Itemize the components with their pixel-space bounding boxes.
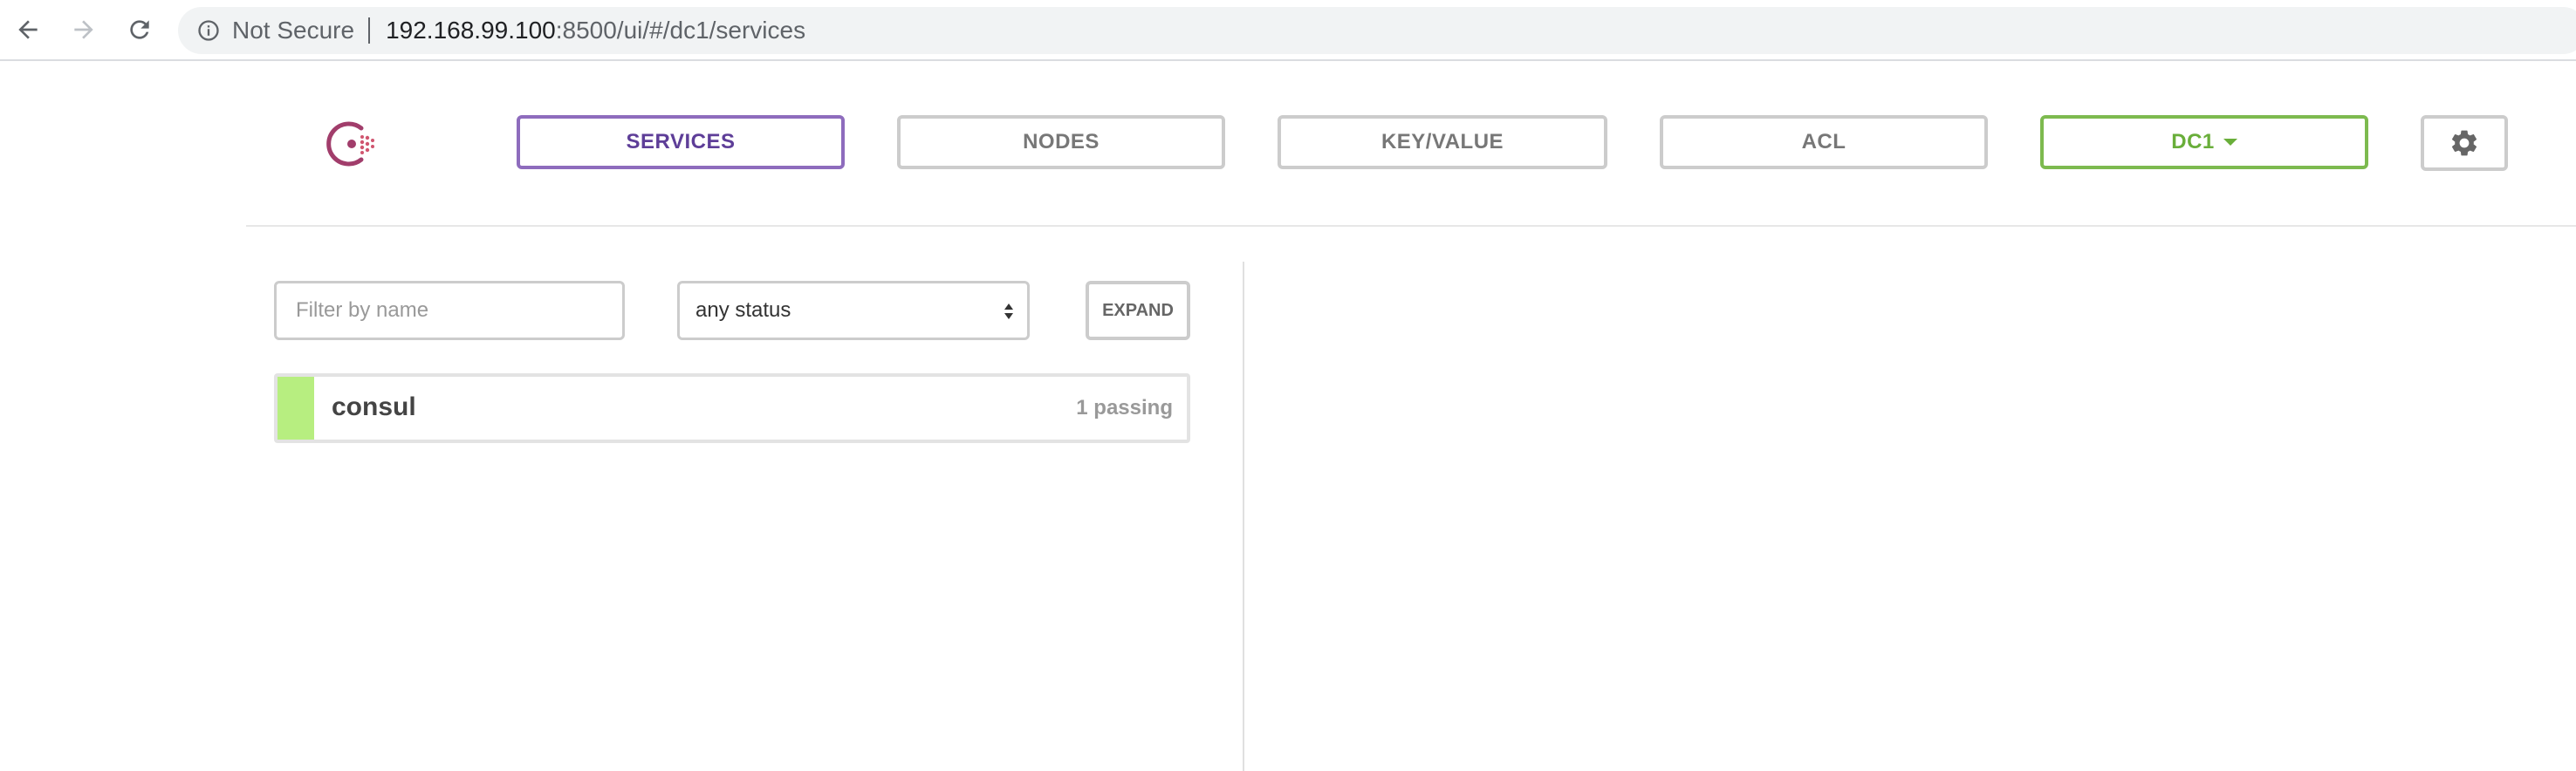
back-arrow-icon — [18, 20, 38, 39]
select-arrows-icon — [1004, 304, 1013, 319]
info-icon[interactable] — [195, 17, 222, 44]
header-divider — [246, 225, 2576, 227]
gear-icon — [2451, 130, 2477, 156]
datacenter-dropdown[interactable]: DC1 — [2040, 115, 2368, 169]
tab-services[interactable]: SERVICES — [517, 115, 845, 169]
status-filter-value: any status — [695, 298, 791, 322]
security-label: Not Secure — [232, 17, 355, 44]
url-path: :8500/ui/#/dc1/services — [555, 17, 806, 44]
panel-divider — [1243, 262, 1244, 771]
service-name: consul — [332, 392, 416, 421]
tab-nodes[interactable]: NODES — [897, 115, 1225, 169]
service-list-item[interactable]: consul 1 passing — [274, 373, 1190, 443]
datacenter-label: DC1 — [2171, 130, 2215, 154]
consul-logo[interactable] — [323, 113, 384, 174]
reload-icon — [130, 20, 149, 39]
expand-button[interactable]: EXPAND — [1086, 281, 1190, 340]
back-button[interactable] — [9, 10, 47, 49]
tab-key-value[interactable]: KEY/VALUE — [1278, 115, 1607, 169]
tab-acl[interactable]: ACL — [1660, 115, 1988, 169]
settings-button[interactable] — [2421, 115, 2508, 171]
omnibox-separator — [368, 17, 371, 44]
service-checks-summary: 1 passing — [1076, 396, 1173, 420]
service-status-indicator — [277, 377, 314, 440]
forward-arrow-icon — [74, 20, 93, 39]
caret-down-icon — [2223, 139, 2237, 146]
address-bar[interactable]: Not Secure 192.168.99.100:8500/ui/#/dc1/… — [178, 7, 2576, 54]
url-text[interactable]: 192.168.99.100:8500/ui/#/dc1/services — [386, 17, 805, 44]
filter-by-name-input[interactable] — [274, 281, 625, 340]
status-filter-select[interactable]: any status — [677, 281, 1030, 340]
forward-button[interactable] — [65, 10, 103, 49]
browser-toolbar: Not Secure 192.168.99.100:8500/ui/#/dc1/… — [0, 0, 2576, 61]
url-host: 192.168.99.100 — [386, 17, 556, 44]
reload-button[interactable] — [120, 10, 159, 49]
